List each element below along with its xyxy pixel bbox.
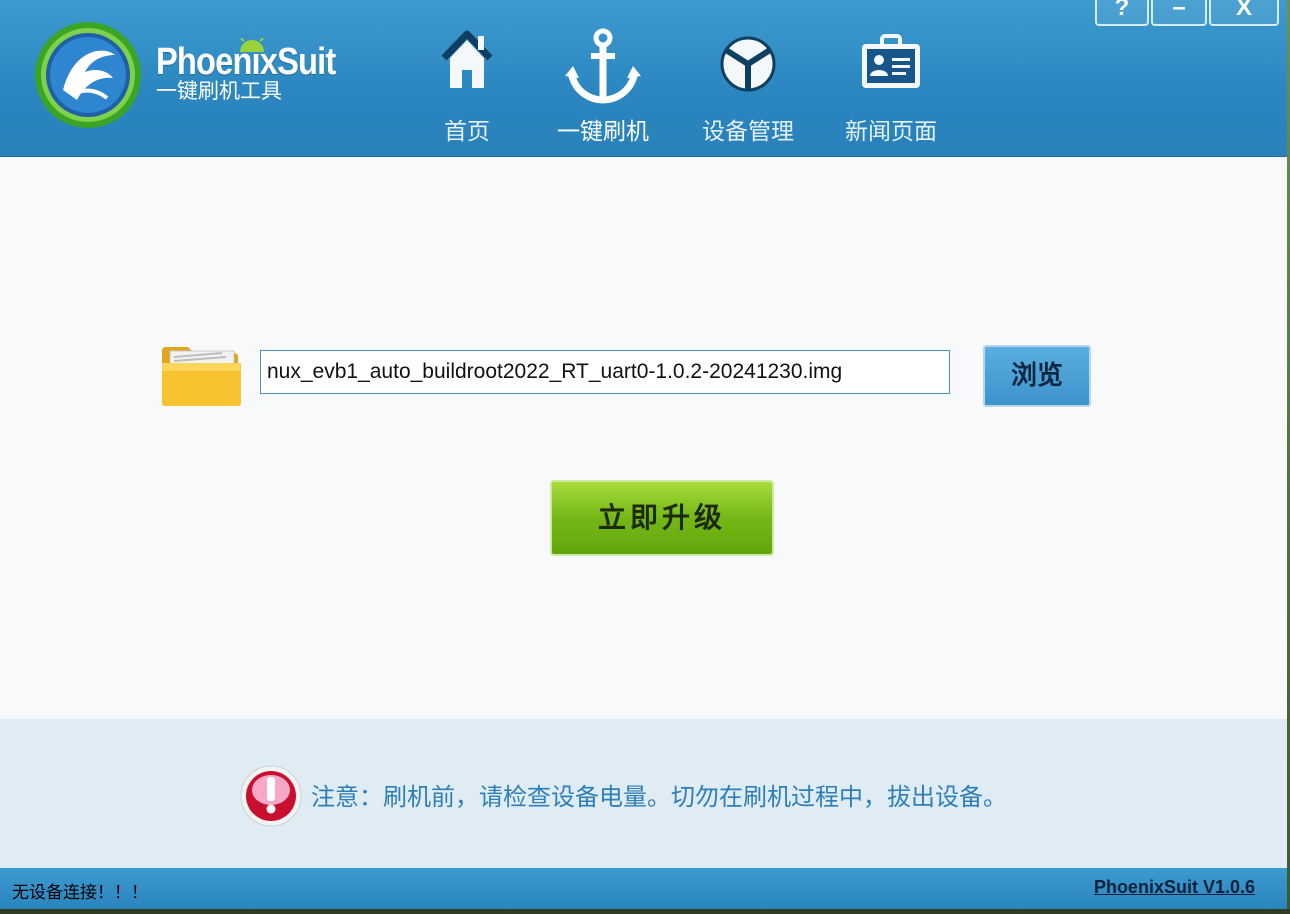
nav-home[interactable]: 首页 (432, 0, 502, 156)
window-controls: ? – X (1093, 0, 1279, 26)
header-bar: PhoenixSuit 一键刷机工具 首页 一键刷机 设备管理 新闻页面 ? –… (0, 0, 1287, 157)
nav-label-news: 新闻页面 (845, 119, 937, 145)
nav-flash[interactable]: 一键刷机 (548, 0, 658, 156)
firmware-path-value: nux_evb1_auto_buildroot2022_RT_uart0-1.0… (267, 360, 843, 383)
home-icon (441, 30, 493, 88)
android-icon (240, 38, 264, 52)
status-bar: 无设备连接！！！ PhoenixSuit V1.0.6 (0, 868, 1287, 909)
version-link[interactable]: PhoenixSuit V1.0.6 (1094, 877, 1255, 898)
browse-button[interactable]: 浏览 (983, 345, 1091, 407)
news-icon (862, 34, 920, 88)
close-button[interactable]: X (1209, 0, 1279, 26)
nav-label-flash: 一键刷机 (557, 119, 649, 145)
nav-news[interactable]: 新闻页面 (838, 0, 944, 156)
nav-label-home: 首页 (444, 119, 490, 145)
flash-panel: nux_evb1_auto_buildroot2022_RT_uart0-1.0… (0, 157, 1287, 719)
device-manager-icon (720, 36, 776, 92)
help-button[interactable]: ? (1095, 0, 1149, 26)
phoenix-logo-icon (35, 22, 141, 128)
warning-icon (240, 765, 302, 827)
firmware-path-input[interactable]: nux_evb1_auto_buildroot2022_RT_uart0-1.0… (260, 350, 950, 394)
notice-text: 注意：刷机前，请检查设备电量。切勿在刷机过程中，拔出设备。 (311, 783, 1007, 811)
anchor-icon (565, 28, 641, 104)
app-window: PhoenixSuit 一键刷机工具 首页 一键刷机 设备管理 新闻页面 ? –… (0, 0, 1287, 909)
device-status: 无设备连接！！！ (12, 883, 148, 903)
notice-panel: 注意：刷机前，请检查设备电量。切勿在刷机过程中，拔出设备。 (0, 719, 1287, 868)
upgrade-now-button[interactable]: 立即升级 (550, 480, 774, 556)
nav-label-device-manager: 设备管理 (702, 119, 794, 145)
folder-icon[interactable] (160, 345, 242, 407)
nav-device-manager[interactable]: 设备管理 (695, 0, 801, 156)
desktop-background-bottom (0, 909, 1290, 914)
minimize-button[interactable]: – (1151, 0, 1207, 26)
